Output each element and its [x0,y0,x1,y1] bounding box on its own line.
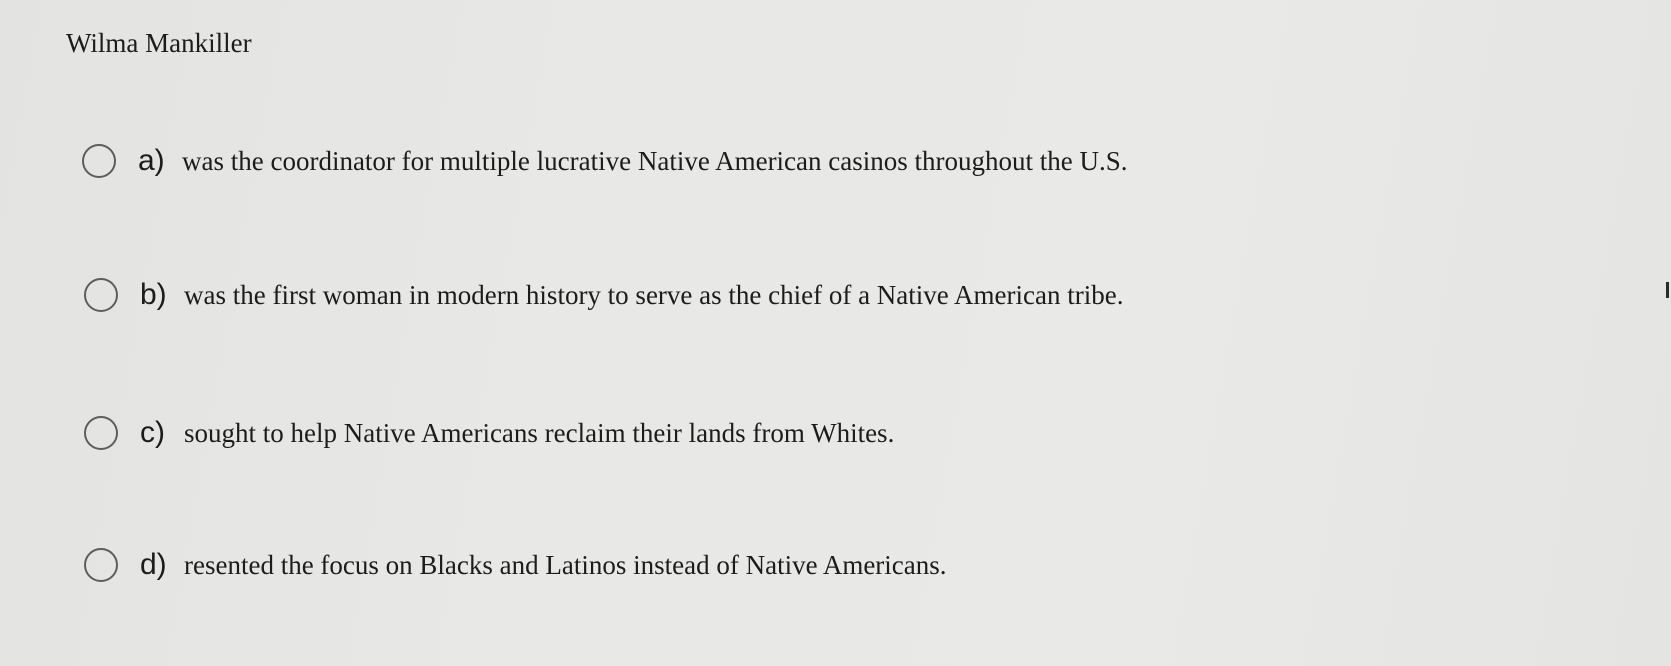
option-letter-a: a) [138,144,165,177]
option-b[interactable]: b) was the first woman in modern history… [82,273,1123,317]
option-letter-b: b) [140,278,167,311]
option-a[interactable]: a) was the coordinator for multiple lucr… [82,139,1128,183]
option-text-a: was the coordinator for multiple lucrati… [182,145,1128,176]
option-letter-c: c) [140,416,165,449]
option-text-d: resented the focus on Blacks and Latinos… [184,549,947,580]
option-d[interactable]: d) resented the focus on Blacks and Lati… [82,543,947,587]
option-letter-d: d) [140,548,167,581]
answer-options: a) was the coordinator for multiple lucr… [0,0,1671,666]
screen-edge-mark [1666,282,1669,298]
option-c[interactable]: c) sought to help Native Americans recla… [82,411,894,455]
radio-button-c[interactable] [84,416,118,450]
radio-button-a[interactable] [82,144,116,178]
option-text-b: was the first woman in modern history to… [184,279,1124,310]
radio-button-d[interactable] [84,548,118,582]
radio-button-b[interactable] [84,278,118,312]
option-text-c: sought to help Native Americans reclaim … [184,417,895,448]
